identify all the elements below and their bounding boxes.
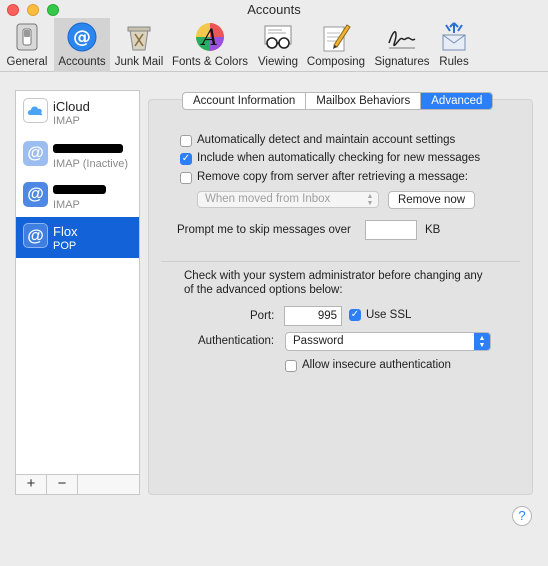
pencil-icon (320, 21, 352, 53)
glasses-icon (262, 21, 294, 53)
account-type: POP (53, 240, 77, 252)
add-account-button[interactable]: + (16, 475, 47, 494)
redacted-account-name (53, 185, 106, 194)
toolbar-rules[interactable]: Rules (434, 18, 474, 72)
chevron-updown-icon: ▲ ▼ (366, 193, 374, 207)
account-list-controls: + − (16, 474, 139, 494)
at-sign-icon: @ (23, 141, 48, 166)
remove-account-button[interactable]: − (47, 475, 78, 494)
redacted-account-name (53, 144, 123, 153)
toolbar-general[interactable]: General (2, 18, 52, 72)
account-item-flox[interactable]: @ Flox POP (16, 217, 139, 258)
toolbar-viewing[interactable]: Viewing (254, 18, 302, 72)
size-unit-label: KB (425, 224, 441, 236)
auto-detect-checkbox[interactable] (180, 135, 192, 147)
toolbar-fonts-colors[interactable]: A Fonts & Colors (168, 18, 252, 72)
admin-note-line1: Check with your system administrator bef… (184, 270, 483, 282)
section-divider (161, 261, 520, 262)
authentication-popup[interactable]: Password ▲ ▼ (285, 332, 491, 351)
admin-note-line2: of the advanced options below: (184, 284, 343, 296)
remove-copy-checkbox[interactable] (180, 172, 192, 184)
accounts-window: Accounts General @ Accounts Junk Mail A … (0, 0, 548, 566)
toolbar-label: Signatures (374, 56, 430, 68)
toolbar-label: Fonts & Colors (171, 56, 249, 68)
at-sign-icon: @ (23, 223, 48, 248)
account-item-icloud[interactable]: iCloud IMAP (16, 92, 139, 133)
use-ssl-label: Use SSL (366, 309, 412, 321)
tab-advanced[interactable]: Advanced (421, 93, 493, 109)
signature-icon (386, 21, 418, 53)
account-type: IMAP (53, 199, 80, 211)
authentication-value: Password (293, 335, 344, 347)
rules-icon (438, 21, 470, 53)
toolbar-label: Viewing (257, 56, 299, 68)
port-field[interactable]: 995 (284, 306, 342, 326)
tab-account-information[interactable]: Account Information (183, 93, 307, 109)
title-bar: Accounts (0, 0, 548, 18)
include-checking-checkbox[interactable]: ✓ (180, 153, 192, 165)
toolbar-label: Accounts (58, 56, 106, 68)
toolbar-composing[interactable]: Composing (304, 18, 368, 72)
svg-text:A: A (200, 26, 218, 51)
toolbar-label: Composing (306, 56, 366, 68)
font-icon: A (194, 21, 226, 53)
window-title: Accounts (247, 2, 301, 17)
help-button[interactable]: ? (512, 506, 532, 526)
remove-when-select[interactable]: When moved from Inbox ▲ ▼ (197, 191, 379, 208)
preferences-toolbar: General @ Accounts Junk Mail A Fonts & C… (0, 18, 548, 72)
authentication-label: Authentication: (198, 335, 275, 347)
toolbar-label: General (6, 56, 48, 68)
allow-insecure-label: Allow insecure authentication (302, 359, 451, 371)
cloud-icon (23, 98, 48, 123)
remove-copy-label: Remove copy from server after retrieving… (197, 171, 468, 183)
use-ssl-checkbox[interactable]: ✓ (349, 309, 361, 321)
accounts-list: iCloud IMAP @ IMAP (Inactive) @ IMAP @ F… (15, 90, 140, 495)
account-item-3[interactable]: @ IMAP (16, 176, 139, 217)
account-tabs: Account Information Mailbox Behaviors Ad… (182, 92, 494, 110)
include-checking-label: Include when automatically checking for … (197, 152, 481, 164)
trash-icon (123, 21, 155, 53)
allow-insecure-checkbox[interactable] (285, 360, 297, 372)
account-type: IMAP (Inactive) (53, 158, 128, 170)
tab-mailbox-behaviors[interactable]: Mailbox Behaviors (306, 93, 422, 109)
prompt-skip-label: Prompt me to skip messages over (177, 224, 351, 236)
toolbar-label: Junk Mail (114, 56, 164, 68)
port-label: Port: (250, 310, 275, 322)
skip-size-field[interactable] (365, 220, 417, 240)
account-item-2[interactable]: @ IMAP (Inactive) (16, 135, 139, 176)
toolbar-junk-mail[interactable]: Junk Mail (112, 18, 166, 72)
account-type: IMAP (53, 115, 80, 127)
at-sign-icon: @ (66, 21, 98, 53)
auto-detect-label: Automatically detect and maintain accoun… (197, 134, 456, 146)
toolbar-accounts[interactable]: @ Accounts (54, 18, 110, 72)
remove-when-value: When moved from Inbox (205, 193, 331, 205)
switch-icon (11, 21, 43, 53)
toolbar-signatures[interactable]: Signatures (370, 18, 434, 72)
remove-now-button[interactable]: Remove now (388, 191, 475, 209)
at-sign-icon: @ (23, 182, 48, 207)
chevron-updown-icon: ▲ ▼ (474, 333, 490, 350)
toolbar-label: Rules (439, 56, 469, 68)
account-name: Flox (53, 224, 78, 239)
svg-text:@: @ (73, 27, 91, 48)
account-name: iCloud (53, 99, 90, 114)
